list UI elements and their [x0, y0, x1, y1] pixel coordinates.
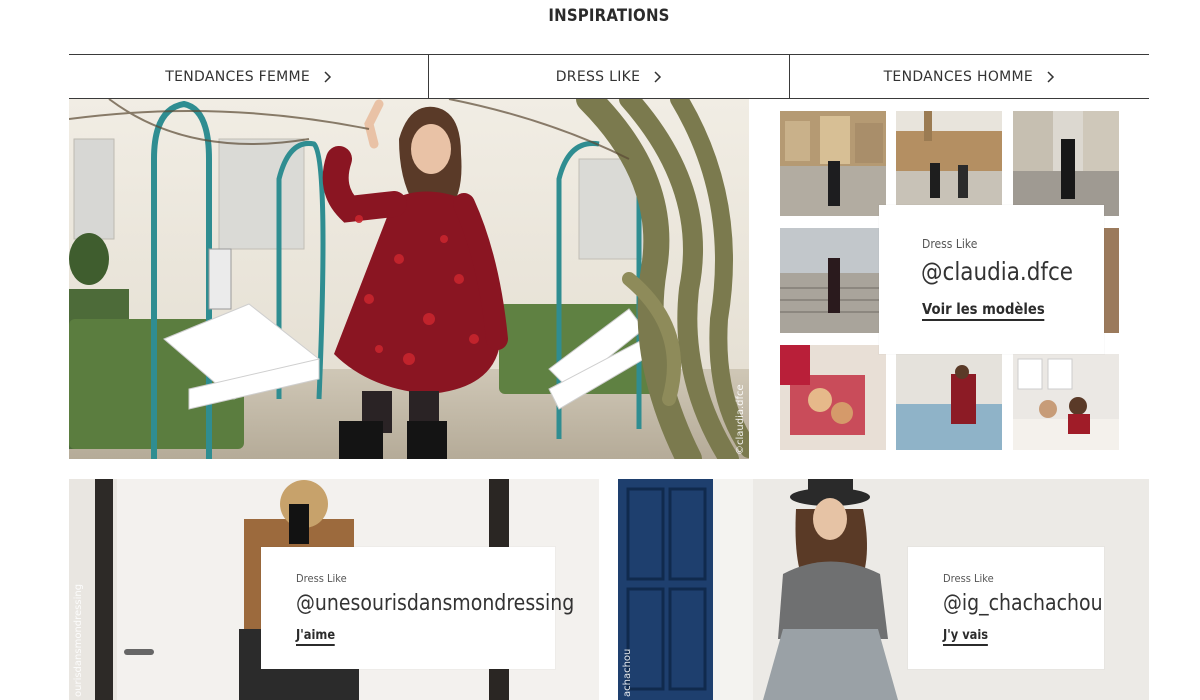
hero-illustration [69, 99, 749, 459]
thumbnail-4[interactable] [780, 228, 886, 333]
chevron-right-icon [652, 70, 662, 84]
tab-label: DRESS LIKE [555, 68, 641, 85]
card-ig-chachachou: Dress Like @ig_chachachou J'y vais [908, 547, 1104, 669]
tab-label: TENDANCES FEMME [165, 68, 311, 85]
thumbnail-7[interactable] [896, 354, 1002, 450]
thumbnail-illustration [780, 345, 886, 450]
photo-credit: ourisdansmondressing [73, 583, 84, 697]
feature-card-claudia: Dress Like @claudia.dfce Voir les modèle… [879, 205, 1104, 354]
page-title: INSPIRATIONS [548, 6, 670, 26]
thumbnail-2[interactable] [896, 111, 1002, 205]
photo-credit: ©claudia.dfce [735, 384, 746, 455]
inspiration-tabs: TENDANCES FEMME DRESS LIKE TENDANCES HOM… [69, 54, 1149, 99]
chevron-right-icon [1045, 70, 1055, 84]
card-unesourisdansmondressing: Dress Like @unesourisdansmondressing J'a… [261, 547, 574, 669]
thumbnail-6[interactable] [780, 345, 886, 450]
photo-credit: achachou [622, 648, 633, 697]
thumbnail-illustration [780, 228, 886, 333]
thumbnail-3[interactable] [1013, 111, 1119, 216]
card-handle: @unesourisdansmondressing [296, 591, 575, 616]
thumbnail-1[interactable] [780, 111, 886, 216]
thumbnail-illustration [1103, 228, 1119, 333]
thumbnail-8[interactable] [1013, 354, 1119, 450]
go-link[interactable]: J'y vais [943, 628, 989, 646]
chevron-right-icon [322, 70, 332, 84]
tab-dress-like[interactable]: DRESS LIKE [428, 55, 788, 98]
thumbnail-illustration [896, 111, 1002, 205]
thumbnail-illustration [896, 354, 1002, 450]
thumbnail-5[interactable] [1103, 228, 1119, 333]
thumbnail-illustration [780, 111, 886, 216]
tab-tendances-femme[interactable]: TENDANCES FEMME [69, 55, 428, 98]
like-link[interactable]: J'aime [296, 628, 336, 646]
card-kicker: Dress Like [296, 572, 347, 585]
tab-tendances-homme[interactable]: TENDANCES HOMME [788, 55, 1149, 98]
card-kicker: Dress Like [943, 572, 994, 585]
thumbnail-illustration [1013, 354, 1119, 450]
card-handle: @claudia.dfce [921, 257, 1073, 286]
tab-label: TENDANCES HOMME [883, 68, 1034, 85]
card-kicker: Dress Like [922, 237, 978, 251]
card-handle: @ig_chachachou [943, 591, 1103, 616]
see-models-link[interactable]: Voir les modèles [922, 300, 1045, 321]
hero-photo-claudia[interactable]: ©claudia.dfce [69, 99, 749, 459]
thumbnail-illustration [1013, 111, 1119, 216]
